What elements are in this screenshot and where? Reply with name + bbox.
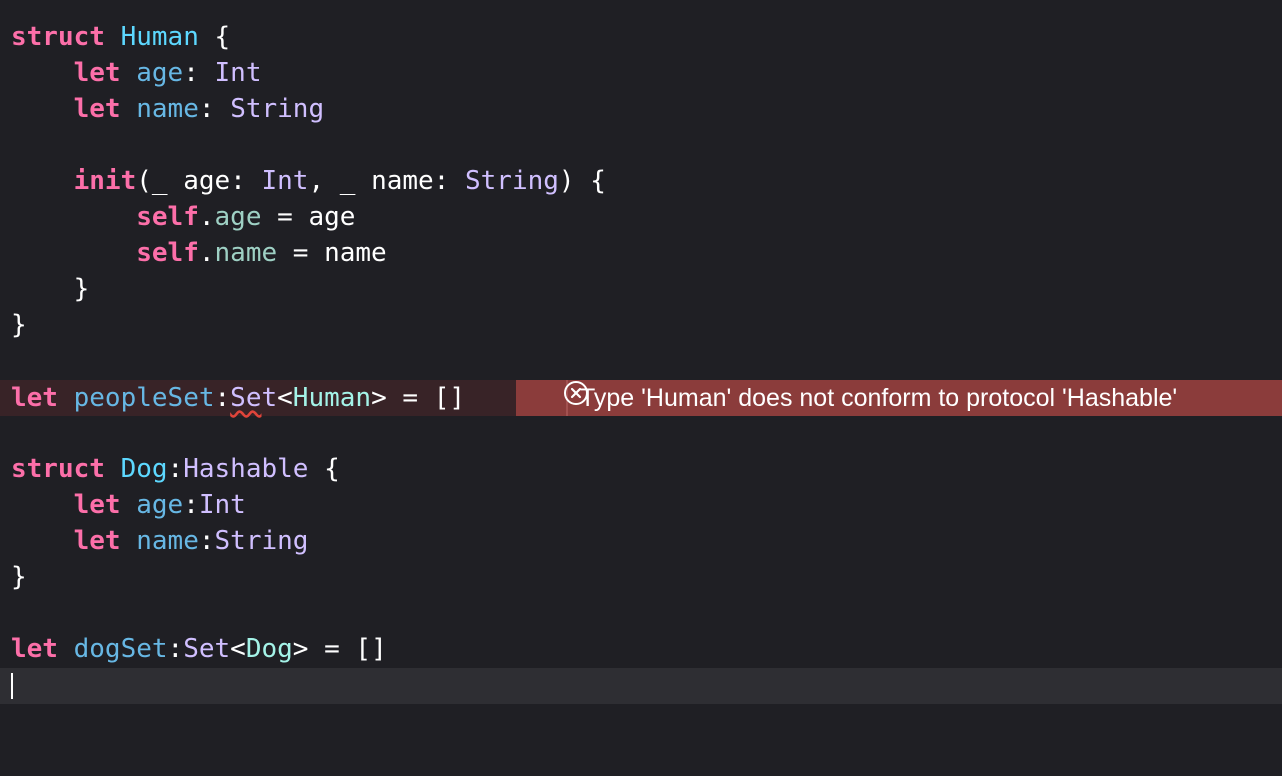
type-reference: Dog — [245, 634, 293, 664]
code-line-15[interactable]: let name:String — [0, 523, 1282, 559]
code-line-11-error[interactable]: let peopleSet:Set<Human> = [] Type 'Huma… — [0, 380, 1282, 416]
type-name: Int — [214, 58, 262, 88]
keyword: struct — [11, 22, 105, 52]
keyword: struct — [11, 454, 105, 484]
property-name: dogSet — [73, 634, 168, 664]
code-line-18[interactable]: let dogSet:Set<Dog> = [] — [0, 631, 1282, 667]
closing-brace: } — [11, 274, 90, 304]
code-line-16[interactable]: } — [0, 559, 1282, 595]
keyword: init — [73, 166, 137, 196]
code-line-6[interactable]: self.age = age — [0, 199, 1282, 235]
type-name: Hashable — [183, 454, 309, 484]
closing-brace: } — [11, 310, 27, 340]
code-line-1[interactable]: struct Human { — [0, 19, 1282, 55]
code-line-7[interactable]: self.name = name — [0, 235, 1282, 271]
error-icon-box[interactable] — [516, 380, 588, 416]
type-name: Set — [183, 634, 231, 664]
keyword: let — [11, 383, 58, 413]
type-reference: Human — [292, 383, 372, 413]
code-line-5[interactable]: init(_ age: Int, _ name: String) { — [0, 163, 1282, 199]
keyword: let — [73, 58, 121, 88]
member-access: name — [214, 238, 278, 268]
code-line-19-current[interactable] — [0, 668, 1282, 704]
keyword: self — [136, 238, 199, 268]
error-diagnostic-banner[interactable]: Type 'Human' does not conform to protoco… — [516, 380, 1282, 416]
code-line-8[interactable]: } — [0, 271, 1282, 307]
type-declaration-name: Dog — [120, 454, 168, 484]
type-name: String — [465, 166, 559, 196]
keyword: let — [73, 490, 121, 520]
property-name: age — [136, 58, 184, 88]
error-message: Type 'Human' does not conform to protoco… — [580, 384, 1178, 412]
type-declaration-name: Human — [120, 22, 199, 52]
code-line-14[interactable]: let age:Int — [0, 487, 1282, 523]
code-editor[interactable]: struct Human { let age: Int let name: St… — [0, 0, 1282, 720]
type-name: String — [214, 526, 309, 556]
error-underlined-token[interactable]: Se — [230, 383, 261, 413]
member-access: age — [214, 202, 262, 232]
type-name: Int — [198, 490, 246, 520]
code-line-9[interactable]: } — [0, 307, 1282, 343]
code-line-13[interactable]: struct Dog:Hashable { — [0, 451, 1282, 487]
keyword: self — [136, 202, 199, 232]
property-name: peopleSet — [73, 383, 215, 413]
type-name: Int — [261, 166, 309, 196]
property-name: name — [136, 526, 199, 556]
code-line-2[interactable]: let age: Int — [0, 55, 1282, 91]
keyword: let — [11, 634, 58, 664]
keyword: let — [73, 94, 121, 124]
property-name: name — [136, 94, 199, 124]
keyword: let — [73, 526, 121, 556]
property-name: age — [136, 490, 184, 520]
type-name: String — [230, 94, 325, 124]
text-caret — [11, 673, 13, 699]
code-line-3[interactable]: let name: String — [0, 91, 1282, 127]
closing-brace: } — [11, 562, 27, 592]
